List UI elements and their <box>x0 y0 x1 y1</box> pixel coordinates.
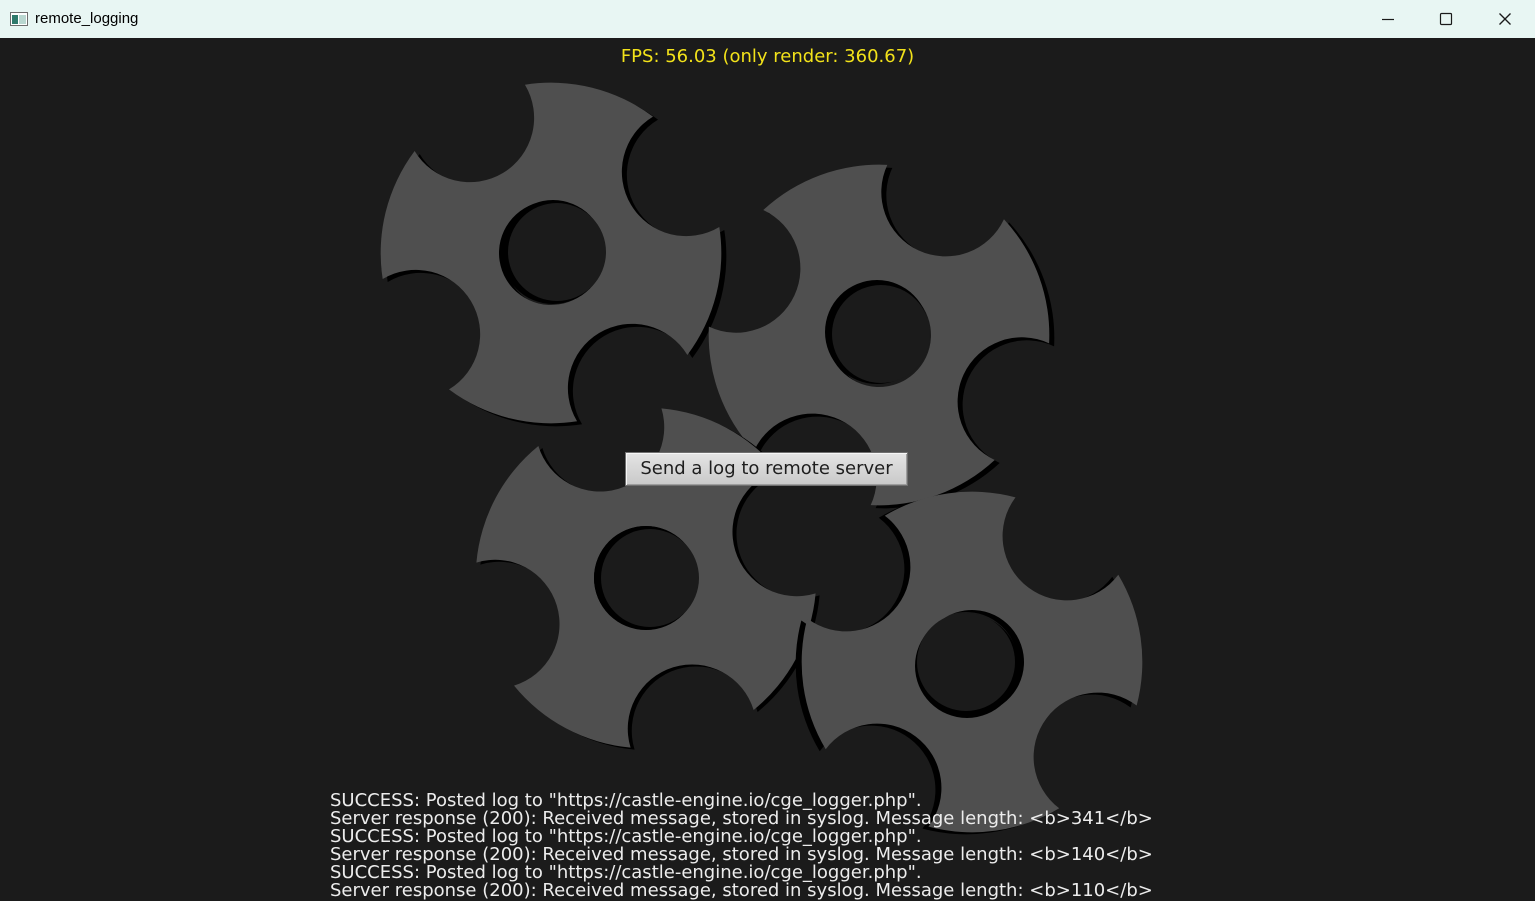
app-window: remote_logging FPS: 56.03 (only render: … <box>0 0 1535 901</box>
fps-counter: FPS: 56.03 (only render: 360.67) <box>620 46 915 67</box>
close-button[interactable] <box>1476 0 1534 38</box>
window-title: remote_logging <box>35 10 139 27</box>
maximize-icon <box>1439 12 1453 26</box>
app-icon <box>10 11 28 26</box>
minimize-icon <box>1382 18 1394 21</box>
gear-top-left <box>344 46 763 463</box>
log-line: Server response (200): Received message,… <box>330 880 1153 901</box>
send-log-button[interactable]: Send a log to remote server <box>625 452 908 486</box>
title-bar[interactable]: remote_logging <box>0 0 1535 38</box>
render-viewport[interactable]: FPS: 56.03 (only render: 360.67) Send a … <box>0 38 1535 901</box>
log-output: SUCCESS: Posted log to "https://castle-e… <box>330 792 1330 900</box>
minimize-button[interactable] <box>1359 0 1417 38</box>
close-icon <box>1499 13 1511 25</box>
gear-bottom-left <box>415 347 881 811</box>
maximize-button[interactable] <box>1417 0 1475 38</box>
